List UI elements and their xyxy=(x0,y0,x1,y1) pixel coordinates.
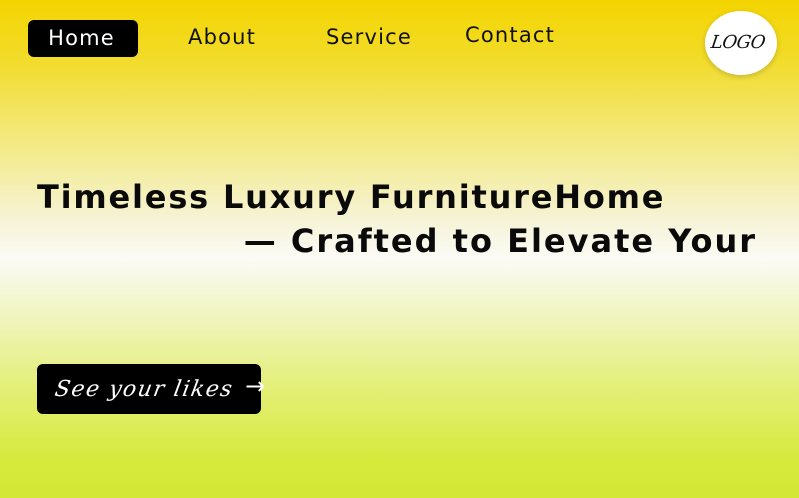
see-your-likes-button[interactable]: See your likes → xyxy=(37,364,265,414)
nav-service-link[interactable]: Service xyxy=(326,27,412,48)
nav-home-link[interactable]: Home xyxy=(28,20,138,57)
hero-headline-line-2: — Crafted to Elevate Your xyxy=(243,222,757,260)
logo-text: LOGO xyxy=(709,31,767,53)
cta-label: See your likes xyxy=(52,376,236,402)
nav-contact-link[interactable]: Contact xyxy=(465,25,555,46)
logo-badge[interactable]: LOGO xyxy=(705,11,777,75)
arrow-right-icon: → xyxy=(245,372,266,400)
hero-headline-line-1: Timeless Luxury FurnitureHome xyxy=(37,178,666,216)
nav-about-link[interactable]: About xyxy=(188,27,256,48)
